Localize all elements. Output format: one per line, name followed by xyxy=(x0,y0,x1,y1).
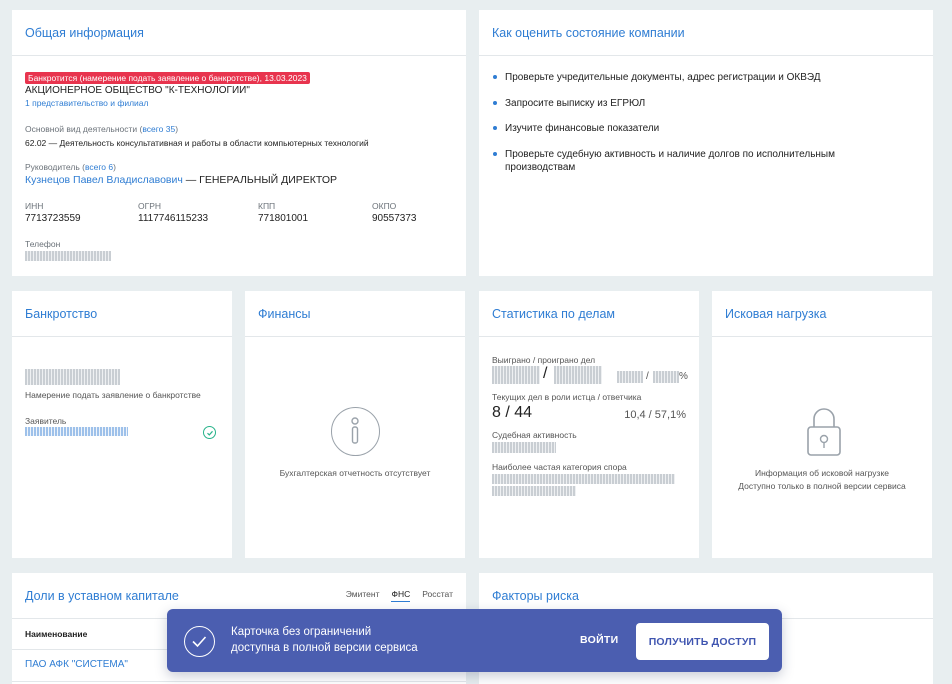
claims-line1: Информация об исковой нагрузке xyxy=(755,468,889,478)
get-access-button[interactable]: ПОЛУЧИТЬ ДОСТУП xyxy=(636,623,769,660)
director-name-link[interactable]: Кузнецов Павел Владиславович xyxy=(25,174,183,186)
banner-line1: Карточка без ограничений xyxy=(231,626,372,638)
court-activity-hidden xyxy=(492,442,556,453)
check-circle-icon xyxy=(203,426,216,439)
access-banner: Карточка без ограничений доступна в полн… xyxy=(167,609,782,672)
pct-sign: % xyxy=(679,371,688,382)
phone-hidden xyxy=(25,251,111,261)
assess-list: Проверьте учредительные документы, адрес… xyxy=(492,71,912,174)
current-cases-ratio: 10,4 / 57,1% xyxy=(624,409,686,421)
col-name-header: Наименование xyxy=(25,629,88,639)
activity-value: 62.02 — Деятельность консультативная и р… xyxy=(25,138,369,148)
stats-card: Статистика по делам Выиграно / проиграно… xyxy=(479,291,699,558)
stats-title: Статистика по делам xyxy=(492,306,615,321)
company-name: АКЦИОНЕРНОЕ ОБЩЕСТВО "К-ТЕХНОЛОГИИ" xyxy=(25,85,250,96)
check-badge-icon xyxy=(184,626,215,657)
pct-slash: / xyxy=(646,371,649,382)
row-divider xyxy=(12,681,466,682)
kpp-value: 771801001 xyxy=(258,213,309,224)
tab-rosstat[interactable]: Росстат xyxy=(422,589,453,602)
activity-count-link[interactable]: всего 35 xyxy=(142,124,175,134)
bankruptcy-card: Банкротство Намерение подать заявление о… xyxy=(12,291,232,558)
assess-card: Как оценить состояние компании Проверьте… xyxy=(479,10,933,276)
inn-value: 7713723559 xyxy=(25,213,81,224)
ogrn-value: 1117746115233 xyxy=(138,213,209,224)
finance-empty: Бухгалтерская отчетность отсутствует xyxy=(279,468,431,478)
lock-icon xyxy=(806,407,842,457)
assess-item: Проверьте учредительные документы, адрес… xyxy=(492,71,912,84)
phone-label: Телефон xyxy=(25,239,61,249)
director-line: Кузнецов Павел Владиславович — ГЕНЕРАЛЬН… xyxy=(25,174,337,186)
shareholder-link[interactable]: ПАО АФК "СИСТЕМА" xyxy=(25,659,128,670)
bankruptcy-date-hidden xyxy=(25,369,120,385)
tab-emitent[interactable]: Эмитент xyxy=(346,589,380,602)
current-cases-value: 8 / 44 xyxy=(492,404,533,421)
director-count-link[interactable]: всего 6 xyxy=(85,162,113,172)
current-cases-label: Текущих дел в роли истца / ответчика xyxy=(492,392,642,402)
assess-title: Как оценить состояние компании xyxy=(492,25,685,40)
tab-fns[interactable]: ФНС xyxy=(391,589,411,602)
category-hidden-1 xyxy=(492,474,675,484)
bankruptcy-note: Намерение подать заявление о банкротстве xyxy=(25,390,201,400)
login-button[interactable]: ВОЙТИ xyxy=(580,634,619,646)
director-label: Руководитель (всего 6) xyxy=(25,162,116,172)
banner-line2: доступна в полной версии сервиса xyxy=(231,642,418,654)
okpo-label: ОКПО xyxy=(372,201,397,211)
info-icon xyxy=(331,407,380,456)
okpo-value: 90557373 xyxy=(372,213,417,224)
claims-line2: Доступно только в полной версии сервиса xyxy=(738,481,906,491)
branches-link[interactable]: 1 представительство и филиал xyxy=(25,98,149,108)
applicant-label: Заявитель xyxy=(25,416,67,426)
category-label: Наиболее частая категория спора xyxy=(492,462,627,472)
won-hidden xyxy=(492,366,540,384)
court-activity-label: Судебная активность xyxy=(492,430,577,440)
assess-item: Запросите выписку из ЕГРЮЛ xyxy=(492,97,912,110)
won-lost-label: Выиграно / проиграно дел xyxy=(492,355,596,365)
finance-title: Финансы xyxy=(258,306,311,321)
activity-label: Основной вид деятельности (всего 35) xyxy=(25,124,179,134)
shares-title: Доли в уставном капитале xyxy=(25,588,179,603)
kpp-label: КПП xyxy=(258,201,276,211)
won-lost-slash: / xyxy=(543,365,548,382)
shares-tabs: Эмитент ФНС Росстат xyxy=(346,589,453,602)
claims-title: Исковая нагрузка xyxy=(725,306,827,321)
won-pct-hidden xyxy=(617,371,643,383)
inn-label: ИНН xyxy=(25,201,44,211)
risk-title: Факторы риска xyxy=(492,588,579,603)
applicant-hidden[interactable] xyxy=(25,427,128,436)
assess-item: Проверьте судебную активность и наличие … xyxy=(492,148,872,174)
finance-card: Финансы Бухгалтерская отчетность отсутст… xyxy=(245,291,465,558)
bankruptcy-title: Банкротство xyxy=(25,306,98,321)
category-hidden-2 xyxy=(492,486,576,496)
bankrupt-badge: Банкротится (намерение подать заявление … xyxy=(25,72,310,84)
general-info-card: Общая информация Банкротится (намерение … xyxy=(12,10,466,276)
assess-item: Изучите финансовые показатели xyxy=(492,122,912,135)
ogrn-label: ОГРН xyxy=(138,201,162,211)
general-info-title: Общая информация xyxy=(25,25,144,40)
lost-hidden xyxy=(554,366,602,384)
director-role: — ГЕНЕРАЛЬНЫЙ ДИРЕКТОР xyxy=(182,174,337,186)
claims-card: Исковая нагрузка Информация об исковой н… xyxy=(712,291,932,558)
lost-pct-hidden xyxy=(653,371,679,383)
